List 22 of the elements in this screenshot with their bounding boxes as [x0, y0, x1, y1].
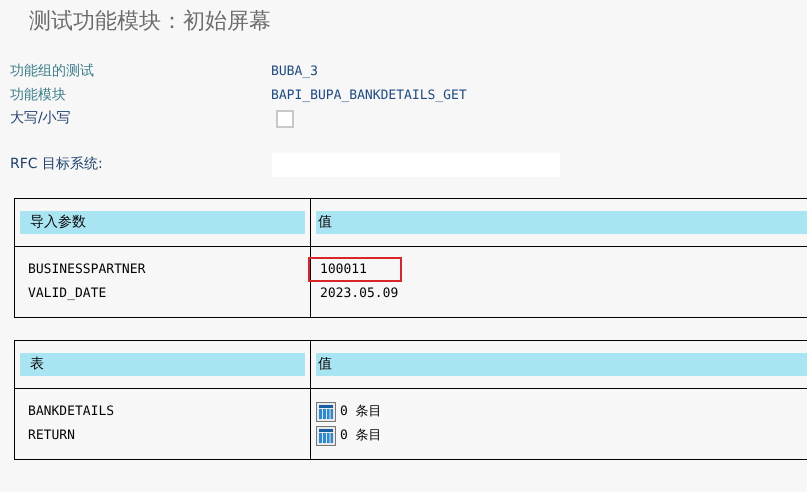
column-header: 表 — [20, 352, 305, 376]
table-icon[interactable] — [316, 402, 336, 422]
field-value: BUBA_3 — [271, 63, 318, 81]
parameter-value[interactable]: 2023.05.09 — [308, 281, 402, 306]
parameter-name: BANKDETAILS — [28, 403, 116, 421]
screen-title: 测试功能模块：初始屏幕 — [29, 8, 272, 35]
column-header: 值 — [316, 352, 807, 376]
parameter-name: RETURN — [28, 427, 76, 445]
entry-count: 0 条目 — [340, 426, 382, 445]
field-value: BAPI_BUPA_BANKDETAILS_GET — [271, 86, 467, 104]
parameter-value[interactable]: 100011 — [308, 257, 402, 282]
table-icon[interactable] — [316, 426, 336, 446]
parameter-name: VALID_DATE — [28, 285, 108, 303]
entry-count: 0 条目 — [340, 402, 382, 421]
parameter-name: BUSINESSPARTNER — [28, 261, 146, 279]
column-header: 导入参数 — [20, 210, 305, 234]
field-label: 功能组的测试 — [10, 62, 95, 82]
field-label: RFC 目标系统: — [10, 155, 104, 174]
column-header: 值 — [316, 210, 807, 234]
field-label: 大写/小写 — [10, 109, 72, 128]
checkbox[interactable] — [276, 110, 294, 128]
field-label: 功能模块 — [10, 86, 67, 105]
